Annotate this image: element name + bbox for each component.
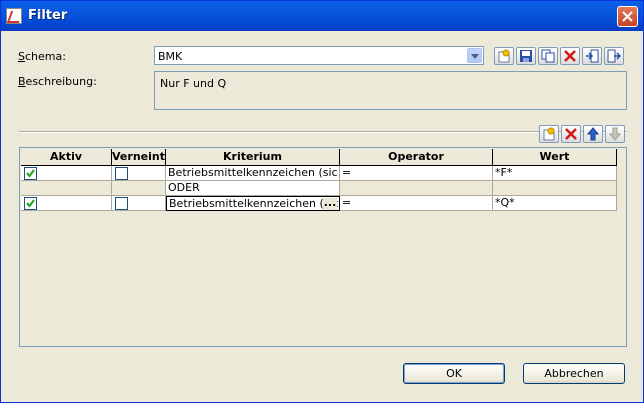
cell-verneint[interactable] xyxy=(112,196,166,211)
separator-cell xyxy=(112,181,166,196)
app-icon xyxy=(6,8,22,24)
cell-aktiv[interactable] xyxy=(21,166,112,181)
verneint-checkbox[interactable] xyxy=(115,167,128,180)
aktiv-checkbox[interactable] xyxy=(24,197,37,210)
separator-cell xyxy=(340,181,493,196)
delete-criterion-button[interactable] xyxy=(561,125,581,143)
cell-aktiv[interactable] xyxy=(21,196,112,211)
import-icon xyxy=(586,49,599,63)
export-schema-button[interactable] xyxy=(604,47,624,65)
new-icon xyxy=(498,49,510,63)
import-schema-button[interactable] xyxy=(582,47,602,65)
cell-wert[interactable]: *Q* xyxy=(493,196,617,211)
title-bar[interactable]: Filter xyxy=(1,1,643,31)
beschreibung-value: Nur F und Q xyxy=(160,77,227,90)
chevron-down-icon[interactable] xyxy=(467,48,482,63)
cell-verneint[interactable] xyxy=(112,166,166,181)
move-down-button[interactable] xyxy=(605,125,625,143)
ellipsis-button[interactable]: ... xyxy=(323,197,337,210)
save-icon xyxy=(520,50,532,62)
kriterium-text: Betriebsmittelkennzeichen (sic… xyxy=(169,197,340,210)
column-header-kriterium[interactable]: Kriterium xyxy=(166,149,340,166)
cancel-button[interactable]: Abbrechen xyxy=(523,363,625,384)
schema-combobox[interactable]: BMK xyxy=(154,46,484,65)
move-up-button[interactable] xyxy=(583,125,603,143)
cell-operator[interactable]: = xyxy=(340,196,493,211)
column-header-operator[interactable]: Operator xyxy=(340,149,493,166)
copy-icon xyxy=(541,49,555,63)
column-header-aktiv[interactable]: Aktiv xyxy=(21,149,112,166)
ok-button[interactable]: OK xyxy=(403,363,505,384)
divider xyxy=(19,131,627,133)
schema-value: BMK xyxy=(158,50,183,63)
export-icon xyxy=(607,49,621,63)
copy-schema-button[interactable] xyxy=(538,47,558,65)
separator-cell xyxy=(493,181,617,196)
cell-oder[interactable]: ODER xyxy=(166,181,340,196)
column-header-verneint[interactable]: Verneint xyxy=(112,149,166,166)
beschreibung-label: Beschreibung: xyxy=(18,75,97,88)
cell-kriterium-selected[interactable]: Betriebsmittelkennzeichen (sic… ... xyxy=(166,196,340,211)
cell-wert[interactable]: *F* xyxy=(493,166,617,181)
checkmark-icon xyxy=(26,169,35,178)
save-schema-button[interactable] xyxy=(516,47,536,65)
verneint-checkbox[interactable] xyxy=(115,197,128,210)
cell-kriterium[interactable]: Betriebsmittelkennzeichen (sic… xyxy=(166,166,340,181)
separator-cell xyxy=(21,181,112,196)
new-row-icon xyxy=(543,127,555,141)
delete-icon xyxy=(564,50,576,62)
add-criterion-button[interactable] xyxy=(539,125,559,143)
move-down-icon xyxy=(608,127,622,141)
delete-schema-button[interactable] xyxy=(560,47,580,65)
window-title: Filter xyxy=(28,8,68,23)
beschreibung-field[interactable]: Nur F und Q xyxy=(154,71,627,110)
schema-label: Schema: xyxy=(18,50,66,63)
criteria-table[interactable]: Aktiv Verneint Kriterium Operator Wert B… xyxy=(19,147,627,347)
aktiv-checkbox[interactable] xyxy=(24,167,37,180)
close-button[interactable] xyxy=(617,6,638,27)
column-header-wert[interactable]: Wert xyxy=(493,149,617,166)
close-icon xyxy=(622,11,633,22)
move-up-icon xyxy=(586,127,600,141)
new-schema-button[interactable] xyxy=(494,47,514,65)
cell-operator[interactable]: = xyxy=(340,166,493,181)
checkmark-icon xyxy=(26,199,35,208)
filter-dialog: Filter Schema: BMK Beschreibung: Nur F u… xyxy=(0,0,644,403)
delete-row-icon xyxy=(565,128,577,140)
